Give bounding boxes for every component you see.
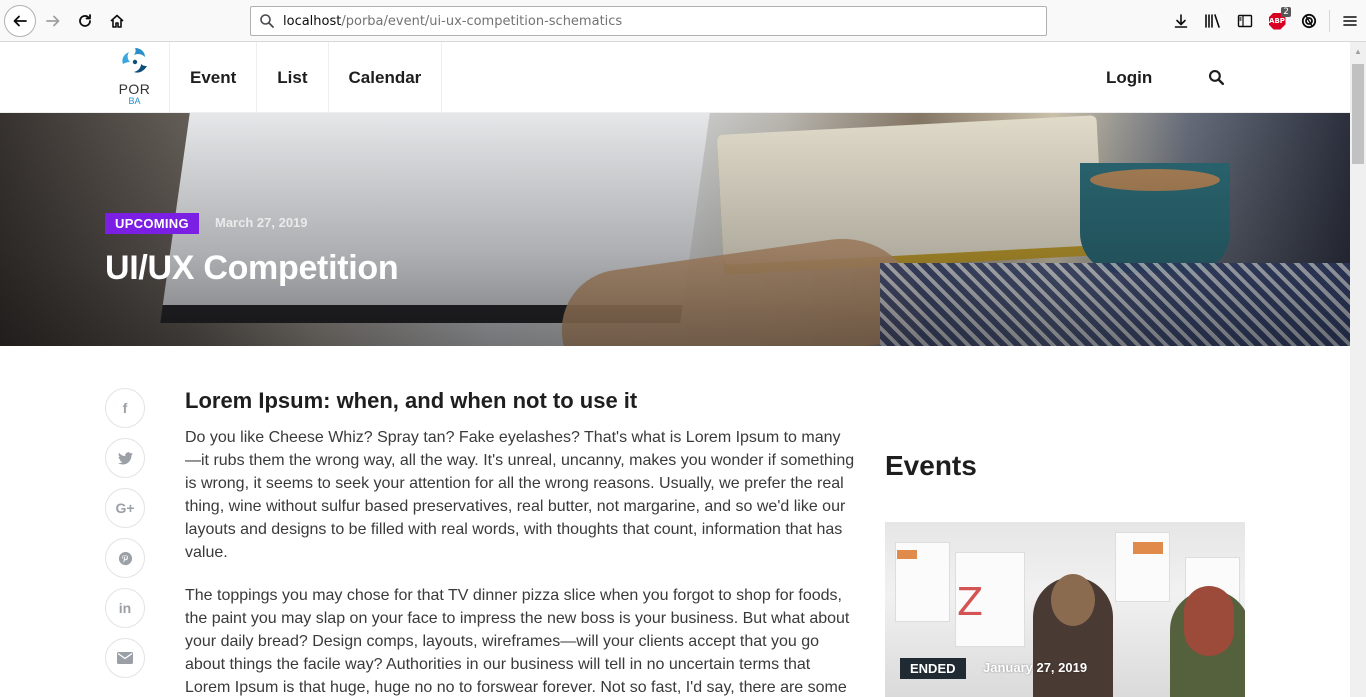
page-scrollbar[interactable]: ▲ bbox=[1350, 42, 1366, 697]
nav-calendar[interactable]: Calendar bbox=[329, 42, 443, 113]
home-icon bbox=[110, 14, 124, 28]
extension-icon bbox=[1301, 13, 1317, 29]
event-card-date: January 27, 2019 bbox=[983, 660, 1088, 675]
logo-text-top: POR bbox=[118, 81, 151, 97]
url-host: localhost bbox=[283, 13, 342, 29]
reload-button[interactable] bbox=[70, 6, 100, 36]
twitter-icon bbox=[117, 451, 133, 464]
sidebars-button[interactable] bbox=[1229, 6, 1261, 36]
card-person bbox=[1170, 586, 1245, 697]
pinterest-icon bbox=[118, 551, 132, 565]
library-icon bbox=[1205, 14, 1220, 28]
url-text[interactable]: localhost/porba/event/ui-ux-competition-… bbox=[283, 14, 622, 29]
article-paragraph-1: Do you like Cheese Whiz? Spray tan? Fake… bbox=[185, 429, 855, 561]
arrow-left-icon bbox=[13, 15, 27, 27]
adblock-count: 2 bbox=[1281, 7, 1291, 17]
email-icon bbox=[117, 652, 133, 664]
hero-banner bbox=[0, 113, 1350, 346]
event-card[interactable]: Z ENDED January 27, 2019 bbox=[885, 522, 1245, 697]
page-title: UI/UX Competition bbox=[105, 249, 399, 287]
article-paragraph-2: The toppings you may chose for that TV d… bbox=[185, 587, 850, 696]
card-sticky-note bbox=[897, 550, 917, 559]
social-share-bar: f G+ in bbox=[105, 388, 145, 688]
site-search-button[interactable] bbox=[1206, 68, 1226, 88]
nav-list[interactable]: List bbox=[257, 42, 329, 113]
facebook-icon: f bbox=[122, 400, 128, 416]
share-twitter-button[interactable] bbox=[105, 438, 145, 478]
share-facebook-button[interactable]: f bbox=[105, 388, 145, 428]
nav-event[interactable]: Event bbox=[170, 42, 258, 113]
logo-mark-icon bbox=[121, 48, 147, 73]
login-link[interactable]: Login bbox=[1090, 68, 1168, 88]
share-pinterest-button[interactable] bbox=[105, 538, 145, 578]
events-sidebar: Events Z ENDED January 27, 2019 bbox=[885, 450, 1245, 697]
header-actions: Login bbox=[1090, 42, 1226, 113]
home-button[interactable] bbox=[102, 6, 132, 36]
site-logo[interactable]: POR BA bbox=[100, 42, 170, 113]
download-icon bbox=[1174, 14, 1188, 28]
site-header: POR BA Event List Calendar Login bbox=[0, 42, 1350, 113]
search-icon bbox=[251, 13, 283, 29]
menu-button[interactable] bbox=[1334, 6, 1366, 36]
extension-button[interactable] bbox=[1293, 6, 1325, 36]
scrollbar-thumb[interactable] bbox=[1352, 64, 1364, 164]
address-bar[interactable]: localhost/porba/event/ui-ux-competition-… bbox=[250, 6, 1047, 36]
share-linkedin-button[interactable]: in bbox=[105, 588, 145, 628]
share-email-button[interactable] bbox=[105, 638, 145, 678]
toolbar-right: ABP 2 bbox=[1165, 6, 1366, 36]
url-path: /porba/event/ui-ux-competition-schematic… bbox=[341, 13, 623, 29]
back-button[interactable] bbox=[4, 5, 36, 37]
toolbar-separator bbox=[1329, 10, 1330, 32]
hero-event-date: March 27, 2019 bbox=[215, 215, 308, 230]
sidebar-title: Events bbox=[885, 450, 977, 481]
search-icon bbox=[1208, 69, 1224, 86]
hamburger-menu-icon bbox=[1343, 16, 1357, 26]
status-badge-ended: ENDED bbox=[900, 658, 966, 679]
main-nav: Event List Calendar bbox=[170, 42, 443, 113]
card-person bbox=[1033, 574, 1113, 697]
adblock-button[interactable]: ABP 2 bbox=[1261, 6, 1293, 36]
card-letter-z: Z bbox=[957, 580, 984, 624]
downloads-button[interactable] bbox=[1165, 6, 1197, 36]
browser-toolbar: localhost/porba/event/ui-ux-competition-… bbox=[0, 0, 1366, 42]
linkedin-icon: in bbox=[118, 600, 132, 616]
logo-text-bottom: BA bbox=[128, 96, 141, 106]
google-plus-icon: G+ bbox=[115, 500, 135, 516]
article-body: Lorem Ipsum: when, and when not to use i… bbox=[185, 388, 855, 697]
reload-icon bbox=[79, 14, 91, 27]
status-badge-upcoming: UPCOMING bbox=[105, 213, 199, 234]
forward-button[interactable] bbox=[38, 6, 68, 36]
library-button[interactable] bbox=[1197, 6, 1229, 36]
card-sticky-note bbox=[1133, 542, 1163, 554]
share-google-plus-button[interactable]: G+ bbox=[105, 488, 145, 528]
arrow-right-icon bbox=[46, 15, 60, 27]
scroll-up-arrow-icon[interactable]: ▲ bbox=[1350, 44, 1366, 58]
hero-overlay bbox=[0, 113, 1350, 346]
article-heading: Lorem Ipsum: when, and when not to use i… bbox=[185, 388, 638, 413]
sidebar-icon bbox=[1237, 14, 1253, 28]
